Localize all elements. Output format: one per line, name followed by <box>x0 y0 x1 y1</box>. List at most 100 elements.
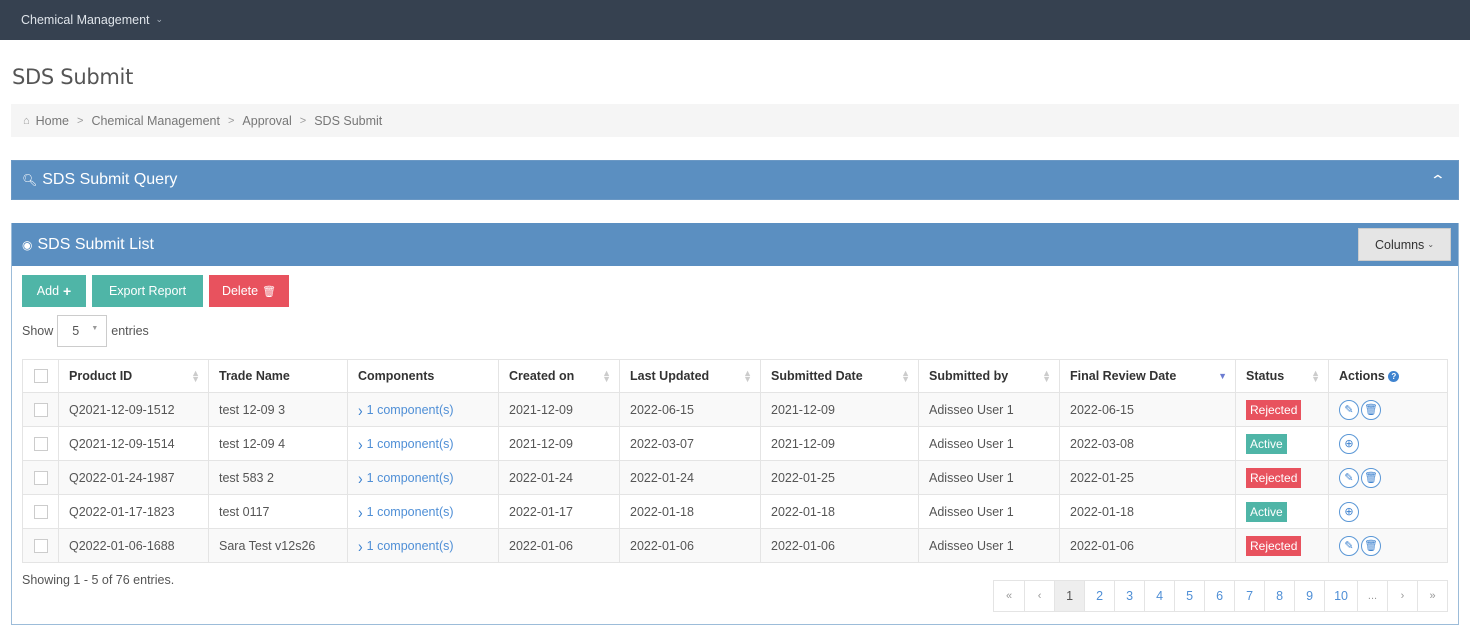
components-link[interactable]: › 1 component(s) <box>358 433 454 454</box>
components-cell: › 1 component(s) <box>347 392 499 427</box>
actions-cell: ⊕ <box>1328 494 1448 529</box>
chevron-right-icon: › <box>358 433 363 454</box>
table-row: Q2022-01-17-1823 test 0117 › 1 component(s)… <box>22 494 1448 529</box>
page-size-select[interactable]: 5 ▼ <box>57 315 108 347</box>
components-link[interactable]: › 1 component(s) <box>358 468 454 487</box>
list-panel: ◉ SDS Submit List Columns ⌄ Add + Export… <box>11 223 1459 625</box>
row-checkbox[interactable] <box>33 470 48 485</box>
components-cell: › 1 component(s) <box>347 426 499 461</box>
page-9-button[interactable]: 9 <box>1294 581 1324 611</box>
components-text: 1 component(s) <box>366 504 454 519</box>
search-icon: 🔍︎ <box>22 173 38 187</box>
trade-name: test 0117 <box>208 494 348 529</box>
last-updated: 2022-06-15 <box>619 392 761 427</box>
trade-name: test 12-09 4 <box>208 426 348 461</box>
page-5-button[interactable]: 5 <box>1174 581 1204 611</box>
row-checkbox[interactable] <box>33 504 48 519</box>
components-text: 1 component(s) <box>366 470 454 485</box>
components-text: 1 component(s) <box>366 436 454 451</box>
page-6-button[interactable]: 6 <box>1204 581 1234 611</box>
submitted-by: Adisseo User 1 <box>918 528 1060 563</box>
prev-page-button[interactable]: ‹ <box>1024 581 1054 611</box>
ellipsis-button[interactable]: ... <box>1357 581 1387 611</box>
row-checkbox[interactable] <box>33 538 48 553</box>
row-checkbox[interactable] <box>33 436 48 451</box>
col-created-on[interactable]: Created on ▲ ▼ <box>498 359 620 393</box>
help-icon[interactable]: ? <box>1388 371 1400 383</box>
zoom-in-icon[interactable]: ⊕ <box>1339 501 1359 522</box>
created-on: 2021-12-09 <box>498 392 620 427</box>
menu-label: Chemical Management <box>21 13 150 27</box>
submitted-by: Adisseo User 1 <box>918 392 1060 427</box>
row-checkbox[interactable] <box>33 402 48 417</box>
col-product-id[interactable]: Product ID ▲ ▼ <box>58 359 209 393</box>
edit-pencil-icon[interactable]: ✎ <box>1339 535 1359 556</box>
row-checkbox-cell <box>22 460 59 495</box>
trash-icon[interactable]: 🗑︎ <box>1361 467 1381 488</box>
chemical-management-menu[interactable]: Chemical Management ⌄ <box>21 13 163 27</box>
col-submitted-date[interactable]: Submitted Date ▲ ▼ <box>760 359 919 393</box>
col-submitted-by[interactable]: Submitted by ▲ ▼ <box>918 359 1060 393</box>
dropdown-arrow-icon: ▼ <box>91 324 99 332</box>
next-page-button[interactable]: › <box>1387 581 1417 611</box>
select-all-header <box>22 359 59 393</box>
chevron-up-icon[interactable]: ⌃ <box>1430 172 1446 189</box>
col-label: Trade Name <box>219 369 290 383</box>
edit-pencil-icon[interactable]: ✎ <box>1339 467 1359 488</box>
entries-info: Showing 1 - 5 of 76 entries. <box>22 573 175 587</box>
page-10-button[interactable]: 10 <box>1324 581 1357 611</box>
page-4-button[interactable]: 4 <box>1144 581 1174 611</box>
components-link[interactable]: › 1 component(s) <box>358 535 454 556</box>
list-panel-header: ◉ SDS Submit List Columns ⌄ <box>12 223 1458 266</box>
query-panel-header[interactable]: 🔍︎ SDS Submit Query ⌃ <box>12 161 1458 199</box>
trash-icon[interactable]: 🗑︎ <box>1361 399 1381 420</box>
col-label: Submitted Date <box>771 369 863 383</box>
edit-pencil-icon[interactable]: ✎ <box>1339 399 1359 420</box>
components-cell: › 1 component(s) <box>347 460 499 495</box>
chevron-right-icon: › <box>358 399 363 420</box>
last-page-button[interactable]: » <box>1417 581 1447 611</box>
trash-icon: 🗑︎ <box>262 285 277 298</box>
col-label: Status <box>1246 369 1285 383</box>
breadcrumb-approval[interactable]: Approval <box>242 114 291 128</box>
product-id: Q2022-01-17-1823 <box>58 494 209 529</box>
created-on: 2022-01-24 <box>498 460 620 495</box>
delete-button[interactable]: Delete 🗑︎ <box>209 275 289 307</box>
submitted-by: Adisseo User 1 <box>918 460 1060 495</box>
col-status[interactable]: Status ▲ ▼ <box>1235 359 1329 393</box>
col-label: Final Review Date <box>1070 369 1177 383</box>
page-3-button[interactable]: 3 <box>1114 581 1144 611</box>
col-last-updated[interactable]: Last Updated ▲ ▼ <box>619 359 761 393</box>
actions-cell: ✎ 🗑︎ <box>1328 460 1448 495</box>
first-page-button[interactable]: « <box>994 581 1024 611</box>
chevron-down-icon: ⌄ <box>155 13 164 24</box>
page-title: SDS Submit <box>12 65 134 89</box>
breadcrumb-separator: > <box>299 114 307 127</box>
add-button[interactable]: Add + <box>22 275 86 307</box>
trash-icon[interactable]: 🗑︎ <box>1361 535 1381 556</box>
chevron-right-icon: › <box>358 535 363 556</box>
page-7-button[interactable]: 7 <box>1234 581 1264 611</box>
query-panel-title: SDS Submit Query <box>42 171 178 188</box>
select-all-checkbox[interactable] <box>33 369 48 384</box>
page-2-button[interactable]: 2 <box>1084 581 1114 611</box>
export-report-button[interactable]: Export Report <box>92 275 203 307</box>
components-link[interactable]: › 1 component(s) <box>358 399 454 420</box>
submitted-date: 2022-01-18 <box>760 494 919 529</box>
breadcrumb-home[interactable]: Home <box>36 114 69 128</box>
breadcrumb-chemical-management[interactable]: Chemical Management <box>91 114 220 128</box>
sort-desc-icon: ▼ <box>1218 371 1227 381</box>
col-final-review-date[interactable]: Final Review Date ▼ <box>1059 359 1236 393</box>
col-label: Submitted by <box>929 369 1009 383</box>
page-8-button[interactable]: 8 <box>1264 581 1294 611</box>
breadcrumb: ⌂ Home > Chemical Management > Approval … <box>11 104 1459 137</box>
zoom-in-icon[interactable]: ⊕ <box>1339 433 1359 454</box>
table-header-row: Product ID ▲ ▼ Trade Name Components Creat… <box>22 359 1448 393</box>
submitted-by: Adisseo User 1 <box>918 494 1060 529</box>
columns-button[interactable]: Columns ⌄ <box>1358 228 1451 261</box>
product-id: Q2022-01-06-1688 <box>58 528 209 563</box>
status-cell: Rejected <box>1235 528 1329 563</box>
page-1-button[interactable]: 1 <box>1054 581 1085 611</box>
components-link[interactable]: › 1 component(s) <box>358 502 454 521</box>
status-cell: Rejected <box>1235 460 1329 495</box>
